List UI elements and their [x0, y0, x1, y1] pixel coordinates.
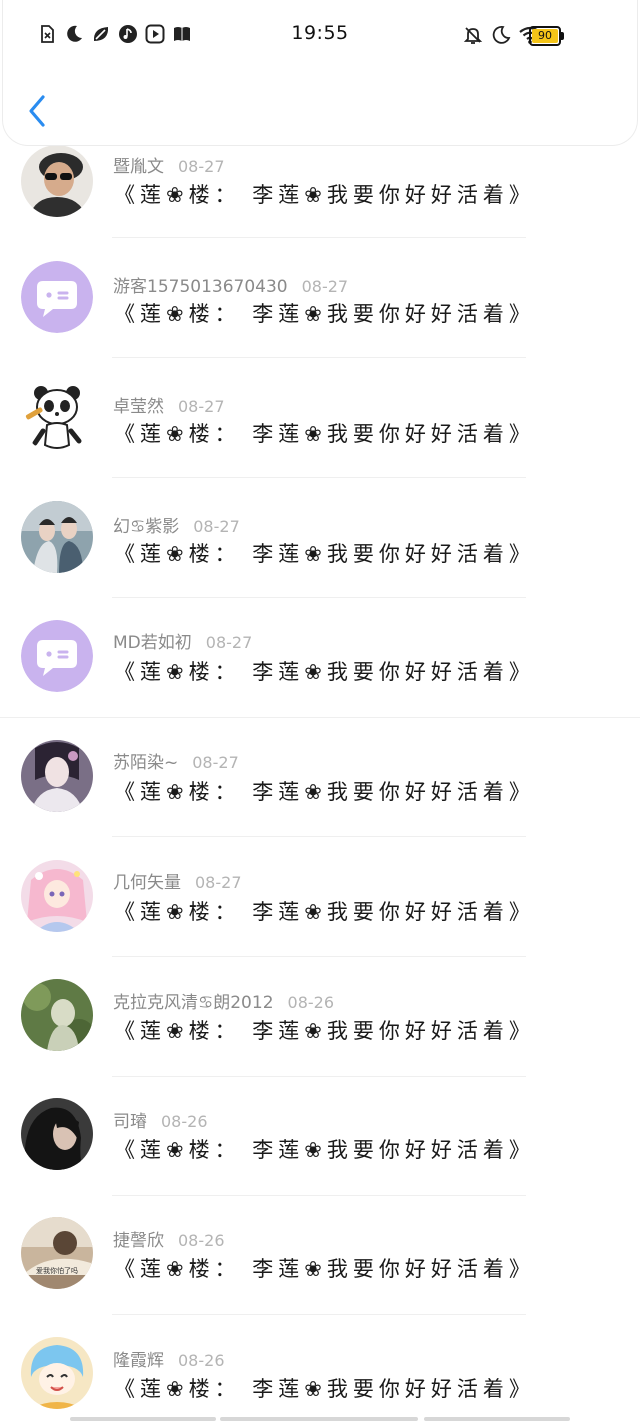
comment-date: 08-27 — [205, 633, 253, 652]
comment-date: 08-26 — [287, 993, 335, 1012]
header-bar: 19:55 90 — [2, 0, 638, 146]
comment-text[interactable]: 《莲❀楼： 李莲❀我要你好好活着》 — [114, 298, 535, 332]
comment-text[interactable]: 《莲❀楼： 李莲❀我要你好好活着》 — [114, 538, 535, 572]
divider — [112, 1076, 526, 1077]
avatar[interactable] — [21, 261, 93, 333]
commenter-name[interactable]: 司璿 — [113, 1107, 147, 1132]
avatar[interactable] — [21, 381, 93, 453]
avatar[interactable] — [21, 620, 93, 692]
divider — [112, 836, 526, 837]
divider — [0, 717, 640, 718]
commenter-name[interactable]: 捷謦欣 — [113, 1226, 164, 1251]
battery-icon: 90 — [529, 26, 565, 46]
comment-text[interactable]: 《莲❀楼： 李莲❀我要你好好活着》 — [114, 896, 535, 930]
comment-date: 08-27 — [301, 277, 349, 296]
commenter-name[interactable]: 几何矢量 — [113, 868, 181, 893]
divider — [112, 357, 526, 358]
comment-date: 08-26 — [178, 1351, 225, 1370]
status-bar: 19:55 90 — [3, 0, 637, 70]
divider — [112, 956, 526, 957]
commenter-name[interactable]: 游客1575013670430 — [113, 272, 288, 297]
comment-text[interactable]: 《莲❀楼： 李莲❀我要你好好活着》 — [114, 1373, 535, 1407]
comment-text[interactable]: 《莲❀楼： 李莲❀我要你好好活着》 — [114, 1134, 535, 1168]
avatar[interactable]: 爱我你怕了吗 — [21, 1217, 93, 1289]
comment-text[interactable]: 《莲❀楼： 李莲❀我要你好好活着》 — [114, 776, 535, 810]
comment-text[interactable]: 《莲❀楼： 李莲❀我要你好好活着》 — [114, 656, 535, 690]
bottom-segment — [424, 1417, 570, 1421]
avatar[interactable] — [21, 1098, 93, 1170]
bottom-indicator — [0, 1414, 640, 1423]
comment-date: 08-27 — [193, 517, 240, 536]
comment-date: 08-26 — [161, 1112, 208, 1131]
comment-text[interactable]: 《莲❀楼： 李莲❀我要你好好活着》 — [114, 1253, 535, 1287]
divider — [112, 1314, 526, 1315]
list-item[interactable]: 苏陌染~ 08-27 《莲❀楼： 李莲❀我要你好好活着》 — [0, 740, 640, 860]
list-item[interactable]: 克拉克风清♋朗2012 08-26 《莲❀楼： 李莲❀我要你好好活着》 — [0, 979, 640, 1100]
bottom-segment — [70, 1417, 216, 1421]
commenter-name[interactable]: 幻♋紫影 — [113, 512, 179, 537]
avatar-caption: 爱我你怕了吗 — [36, 1266, 78, 1275]
divider — [112, 237, 526, 238]
commenter-name[interactable]: 克拉克风清♋朗2012 — [113, 988, 274, 1013]
comment-text[interactable]: 《莲❀楼： 李莲❀我要你好好活着》 — [114, 179, 535, 213]
list-item[interactable]: 隆霞辉 08-26 《莲❀楼： 李莲❀我要你好好活着》 — [0, 1337, 640, 1423]
avatar[interactable] — [21, 979, 93, 1051]
back-button[interactable] — [25, 94, 51, 128]
comment-list-screen: 暨胤文 08-27 《莲❀楼： 李莲❀我要你好好活着》 游客1575013670… — [0, 0, 640, 1423]
list-item[interactable]: 卓莹然 08-27 《莲❀楼： 李莲❀我要你好好活着》 — [0, 380, 640, 500]
avatar[interactable] — [21, 501, 93, 573]
comment-date: 08-26 — [178, 1231, 225, 1250]
chevron-left-icon[interactable] — [29, 95, 45, 127]
list-item[interactable]: 暨胤文 08-27 《莲❀楼： 李莲❀我要你好好活着》 — [0, 140, 640, 260]
bell-off-icon — [463, 27, 483, 44]
commenter-name[interactable]: 暨胤文 — [113, 152, 164, 177]
moon-icon — [492, 26, 511, 44]
divider — [112, 1195, 526, 1196]
comment-text[interactable]: 《莲❀楼： 李莲❀我要你好好活着》 — [114, 418, 535, 452]
commenter-name[interactable]: 苏陌染~ — [113, 748, 178, 773]
commenter-name[interactable]: 卓莹然 — [113, 392, 164, 417]
divider — [112, 477, 526, 478]
comment-date: 08-27 — [178, 397, 225, 416]
list-item[interactable]: 游客1575013670430 08-27 《莲❀楼： 李莲❀我要你好好活着》 — [0, 260, 640, 380]
list-item[interactable]: 幻♋紫影 08-27 《莲❀楼： 李莲❀我要你好好活着》 — [0, 500, 640, 620]
battery-level: 90 — [532, 29, 558, 43]
divider — [112, 597, 526, 598]
list-item[interactable]: 司璿 08-26 《莲❀楼： 李莲❀我要你好好活着》 — [0, 1098, 640, 1219]
bottom-segment — [220, 1417, 418, 1421]
comment-date: 08-27 — [195, 873, 242, 892]
comment-text[interactable]: 《莲❀楼： 李莲❀我要你好好活着》 — [114, 1015, 535, 1049]
avatar[interactable] — [21, 1337, 93, 1409]
list-item[interactable]: 几何矢量 08-27 《莲❀楼： 李莲❀我要你好好活着》 — [0, 860, 640, 980]
avatar[interactable] — [21, 860, 93, 932]
avatar[interactable] — [21, 145, 93, 217]
list-item[interactable]: MD若如初 08-27 《莲❀楼： 李莲❀我要你好好活着》 — [0, 620, 640, 740]
comment-date: 08-27 — [178, 157, 225, 176]
comment-date: 08-27 — [192, 753, 239, 772]
commenter-name[interactable]: MD若如初 — [113, 628, 192, 653]
list-item[interactable]: 爱我你怕了吗 捷謦欣 08-26 《莲❀楼： 李莲❀我要你好好活着》 — [0, 1217, 640, 1339]
avatar[interactable] — [21, 740, 93, 812]
commenter-name[interactable]: 隆霞辉 — [113, 1346, 164, 1371]
